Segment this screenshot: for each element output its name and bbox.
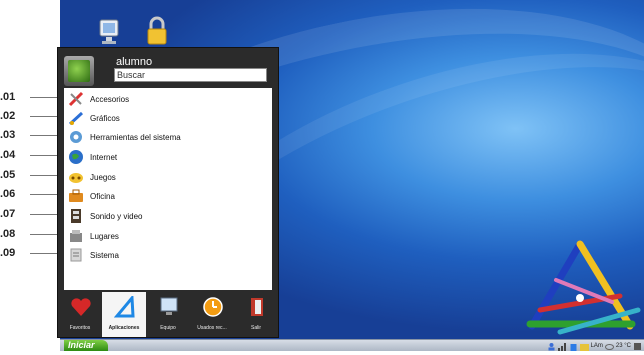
crayon-triangle-logo	[520, 240, 644, 336]
system-tray: LAm 23 °C	[547, 340, 644, 351]
clock-icon	[202, 296, 224, 318]
taskbar: Iniciar LAm 23 °C	[60, 339, 644, 351]
category-accesorios[interactable]: Accesorios	[64, 90, 264, 108]
tab-usados-recientes[interactable]: Usados rec...	[190, 292, 234, 337]
start-button[interactable]: Iniciar	[64, 340, 108, 351]
applications-icon	[113, 294, 136, 318]
category-sonido-video[interactable]: Sonido y video	[64, 207, 264, 225]
battery-icon[interactable]	[633, 336, 642, 355]
category-label: Oficina	[90, 191, 115, 201]
computer-icon	[158, 296, 180, 318]
cloud-icon	[604, 336, 614, 355]
keyboard-layout[interactable]: LAm	[591, 343, 603, 349]
tab-label: Usados rec...	[197, 325, 227, 331]
internet-globe-icon	[68, 149, 84, 165]
folder-icon[interactable]	[579, 336, 589, 355]
accessories-icon	[68, 91, 84, 107]
category-label: Juegos	[90, 172, 116, 182]
exit-icon	[246, 296, 268, 318]
category-label: Internet	[90, 152, 118, 162]
avatar[interactable]	[64, 56, 94, 86]
tab-label: Favoritos	[69, 325, 91, 331]
category-list: Accesorios Gráficos Herramientas del sis…	[64, 88, 272, 290]
category-oficina[interactable]: Oficina	[64, 187, 264, 205]
menu-bottom-tabs: Favoritos Aplicaciones Equipo Usados rec…	[58, 292, 278, 337]
sound-video-icon	[68, 208, 84, 224]
category-label: Lugares	[90, 231, 119, 241]
start-menu: alumno Buscar Accesorios Gráficos Herram…	[57, 47, 279, 338]
search-input[interactable]: Buscar	[114, 68, 267, 82]
signal-icon[interactable]	[557, 336, 567, 355]
category-sistema[interactable]: Sistema	[64, 246, 264, 264]
weather-temp[interactable]: 23 °C	[616, 343, 631, 349]
category-graficos[interactable]: Gráficos	[64, 109, 264, 127]
graphics-icon	[68, 110, 84, 126]
category-label: Sonido y video	[90, 211, 143, 221]
system-tools-icon	[68, 129, 84, 145]
user-icon[interactable]	[547, 336, 556, 355]
games-icon	[68, 169, 84, 185]
category-internet[interactable]: Internet	[64, 148, 264, 166]
tab-label: Salir	[250, 325, 261, 331]
places-icon	[68, 228, 84, 244]
category-label: Herramientas del sistema	[90, 132, 181, 142]
monitor-icon[interactable]	[97, 18, 123, 46]
tab-aplicaciones[interactable]: Aplicaciones	[102, 292, 146, 337]
tab-label: Equipo	[160, 325, 176, 331]
trash-icon[interactable]	[569, 336, 578, 355]
tab-label: Aplicaciones	[108, 325, 140, 331]
heart-icon	[70, 296, 92, 318]
padlock-icon[interactable]	[146, 16, 168, 46]
tab-equipo[interactable]: Equipo	[146, 292, 190, 337]
office-icon	[68, 188, 84, 204]
category-herramientas[interactable]: Herramientas del sistema	[64, 128, 264, 146]
tab-favoritos[interactable]: Favoritos	[58, 292, 102, 337]
tab-salir[interactable]: Salir	[234, 292, 278, 337]
username: alumno	[116, 56, 153, 68]
category-label: Gráficos	[90, 113, 120, 123]
category-label: Accesorios	[90, 94, 130, 104]
category-juegos[interactable]: Juegos	[64, 168, 264, 186]
system-icon	[68, 247, 84, 263]
category-label: Sistema	[90, 250, 119, 260]
category-lugares[interactable]: Lugares	[64, 227, 264, 245]
